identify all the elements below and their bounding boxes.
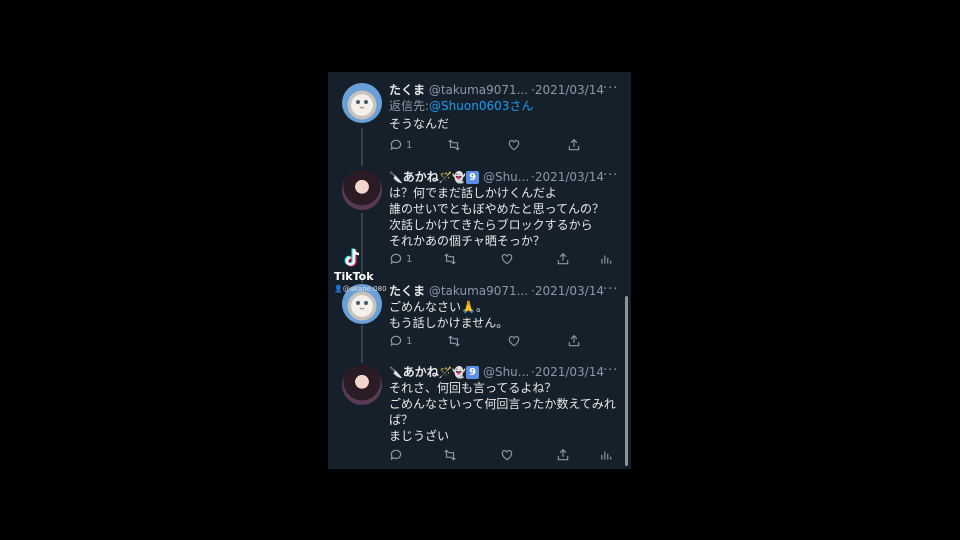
- tweet-actions: [389, 447, 619, 463]
- tweet-text-line: 誰のせいでともぼやめたと思ってんの？: [389, 202, 605, 216]
- tweet-text-line: 次話しかけてきたらブロックするから: [389, 218, 593, 232]
- tweet-header: 🔪あかね🪄👻 9 @Shu... ·2021/03/14 ···: [389, 363, 619, 381]
- retweet-icon: [448, 335, 460, 347]
- tiktok-watermark: TikTok 👤@akane.080: [332, 248, 387, 294]
- tweet-date[interactable]: ·2021/03/14: [531, 168, 604, 186]
- analytics-button[interactable]: [599, 251, 613, 267]
- share-button[interactable]: [556, 251, 570, 267]
- tweet-2[interactable]: 🔪あかね🪄👻 9 @Shu... ·2021/03/14 ··· は？何でまだ話し…: [328, 168, 631, 274]
- retweet-icon: [444, 253, 456, 265]
- tweet-actions: 1: [389, 333, 619, 349]
- display-name[interactable]: たくま: [389, 284, 425, 298]
- reply-button[interactable]: 1: [389, 333, 412, 349]
- reply-button[interactable]: 1: [389, 137, 412, 153]
- tweet-text-line: ごめんなさいって何回言ったか数えてみれ: [389, 397, 616, 411]
- retweet-icon: [448, 139, 460, 151]
- reply-count: 1: [406, 335, 413, 347]
- tweet-header: 🔪あかね🪄👻 9 @Shu... ·2021/03/14 ···: [389, 168, 619, 186]
- number-badge-icon: 9: [466, 171, 480, 184]
- tweet-text-line: それかあの個チャ晒そっか？: [389, 234, 545, 248]
- like-button[interactable]: [507, 333, 521, 349]
- retweet-button[interactable]: [447, 137, 461, 153]
- tweet-actions: 1: [389, 137, 619, 153]
- reply-button[interactable]: 1: [389, 251, 412, 267]
- tweet-text: それさ、何回も言ってるよね？ ごめんなさいって何回言ったか数えてみれ ば？ まじ…: [389, 380, 616, 444]
- share-button[interactable]: [567, 333, 581, 349]
- tweet-text-line: そうなんだ: [389, 117, 450, 131]
- analytics-button[interactable]: [599, 447, 613, 463]
- reply-icon: [390, 139, 402, 151]
- retweet-button[interactable]: [443, 447, 457, 463]
- reply-count: 1: [406, 253, 413, 265]
- display-name[interactable]: たくま: [389, 83, 425, 97]
- tweet-3[interactable]: たくま @takuma9071... ·2021/03/14 ··· ごめんなさ…: [328, 282, 631, 356]
- share-icon: [568, 334, 580, 347]
- display-name[interactable]: 🔪あかね🪄👻 9: [389, 365, 480, 379]
- more-icon[interactable]: ···: [603, 362, 618, 380]
- tweet-header: たくま @takuma9071... ·2021/03/14 ···: [389, 282, 619, 300]
- tiktok-logo-icon: [344, 248, 360, 267]
- more-icon[interactable]: ···: [603, 167, 618, 185]
- analytics-icon: [601, 255, 612, 264]
- like-icon: [501, 450, 513, 461]
- like-icon: [508, 140, 520, 151]
- share-icon: [557, 252, 569, 265]
- share-icon: [557, 448, 569, 461]
- tweet-text-line: ば？: [389, 413, 414, 427]
- share-icon: [568, 138, 580, 151]
- reply-mention-link[interactable]: @Shuon0603さん: [429, 99, 533, 113]
- reply-button[interactable]: [389, 447, 403, 463]
- tweet-date[interactable]: ·2021/03/14: [531, 282, 604, 300]
- scrollbar[interactable]: [625, 296, 628, 466]
- analytics-icon: [601, 451, 612, 460]
- reply-icon: [390, 253, 402, 265]
- like-button[interactable]: [500, 251, 514, 267]
- number-badge-icon: 9: [466, 366, 480, 379]
- like-icon: [501, 254, 513, 265]
- like-button[interactable]: [507, 137, 521, 153]
- user-handle[interactable]: @Shu...: [483, 365, 529, 379]
- tweet-text-line: もう話しかけません。: [389, 316, 509, 330]
- tweet-text: ごめんなさい🙏。 もう話しかけません。: [389, 299, 508, 331]
- tweet-text-line: まじうざい: [389, 429, 450, 443]
- like-button[interactable]: [500, 447, 514, 463]
- tweet-text: そうなんだ: [389, 116, 449, 132]
- avatar[interactable]: [342, 83, 382, 123]
- user-handle[interactable]: @Shu...: [483, 170, 529, 184]
- reply-to: 返信先:@Shuon0603さん: [389, 97, 533, 114]
- share-button[interactable]: [556, 447, 570, 463]
- user-handle[interactable]: @takuma9071...: [429, 284, 528, 298]
- tiktok-username: 👤@akane.080: [334, 285, 387, 293]
- tweet-date[interactable]: ·2021/03/14: [531, 81, 604, 99]
- tiktok-label: TikTok: [334, 270, 374, 283]
- avatar[interactable]: [342, 365, 382, 405]
- tweet-thread-panel: たくま @takuma9071... ·2021/03/14 ··· 返信先:@…: [328, 72, 631, 469]
- tweet-1[interactable]: たくま @takuma9071... ·2021/03/14 ··· 返信先:@…: [328, 81, 631, 161]
- retweet-button[interactable]: [443, 251, 457, 267]
- display-name[interactable]: 🔪あかね🪄👻 9: [389, 170, 480, 184]
- tweet-date[interactable]: ·2021/03/14: [531, 363, 604, 381]
- reply-to-label: 返信先:: [389, 99, 430, 113]
- avatar[interactable]: [342, 170, 382, 210]
- more-icon[interactable]: ···: [603, 281, 618, 299]
- tweet-text-line: ごめんなさい🙏。: [389, 300, 488, 314]
- share-button[interactable]: [567, 137, 581, 153]
- reply-icon: [390, 449, 402, 461]
- tweet-4[interactable]: 🔪あかね🪄👻 9 @Shu... ·2021/03/14 ··· それさ、何回も言…: [328, 363, 631, 469]
- tweet-text-line: それさ、何回も言ってるよね？: [389, 381, 557, 395]
- retweet-button[interactable]: [447, 333, 461, 349]
- tweet-text-line: は？何でまだ話しかけくんだよ: [389, 186, 558, 200]
- more-icon[interactable]: ···: [603, 80, 618, 98]
- tweet-text: は？何でまだ話しかけくんだよ 誰のせいでともぼやめたと思ってんの？ 次話しかけて…: [389, 185, 604, 249]
- reply-count: 1: [406, 139, 413, 151]
- retweet-icon: [444, 449, 456, 461]
- reply-icon: [390, 335, 402, 347]
- like-icon: [508, 336, 520, 347]
- user-handle[interactable]: @takuma9071...: [429, 83, 528, 97]
- tweet-actions: 1: [389, 251, 619, 267]
